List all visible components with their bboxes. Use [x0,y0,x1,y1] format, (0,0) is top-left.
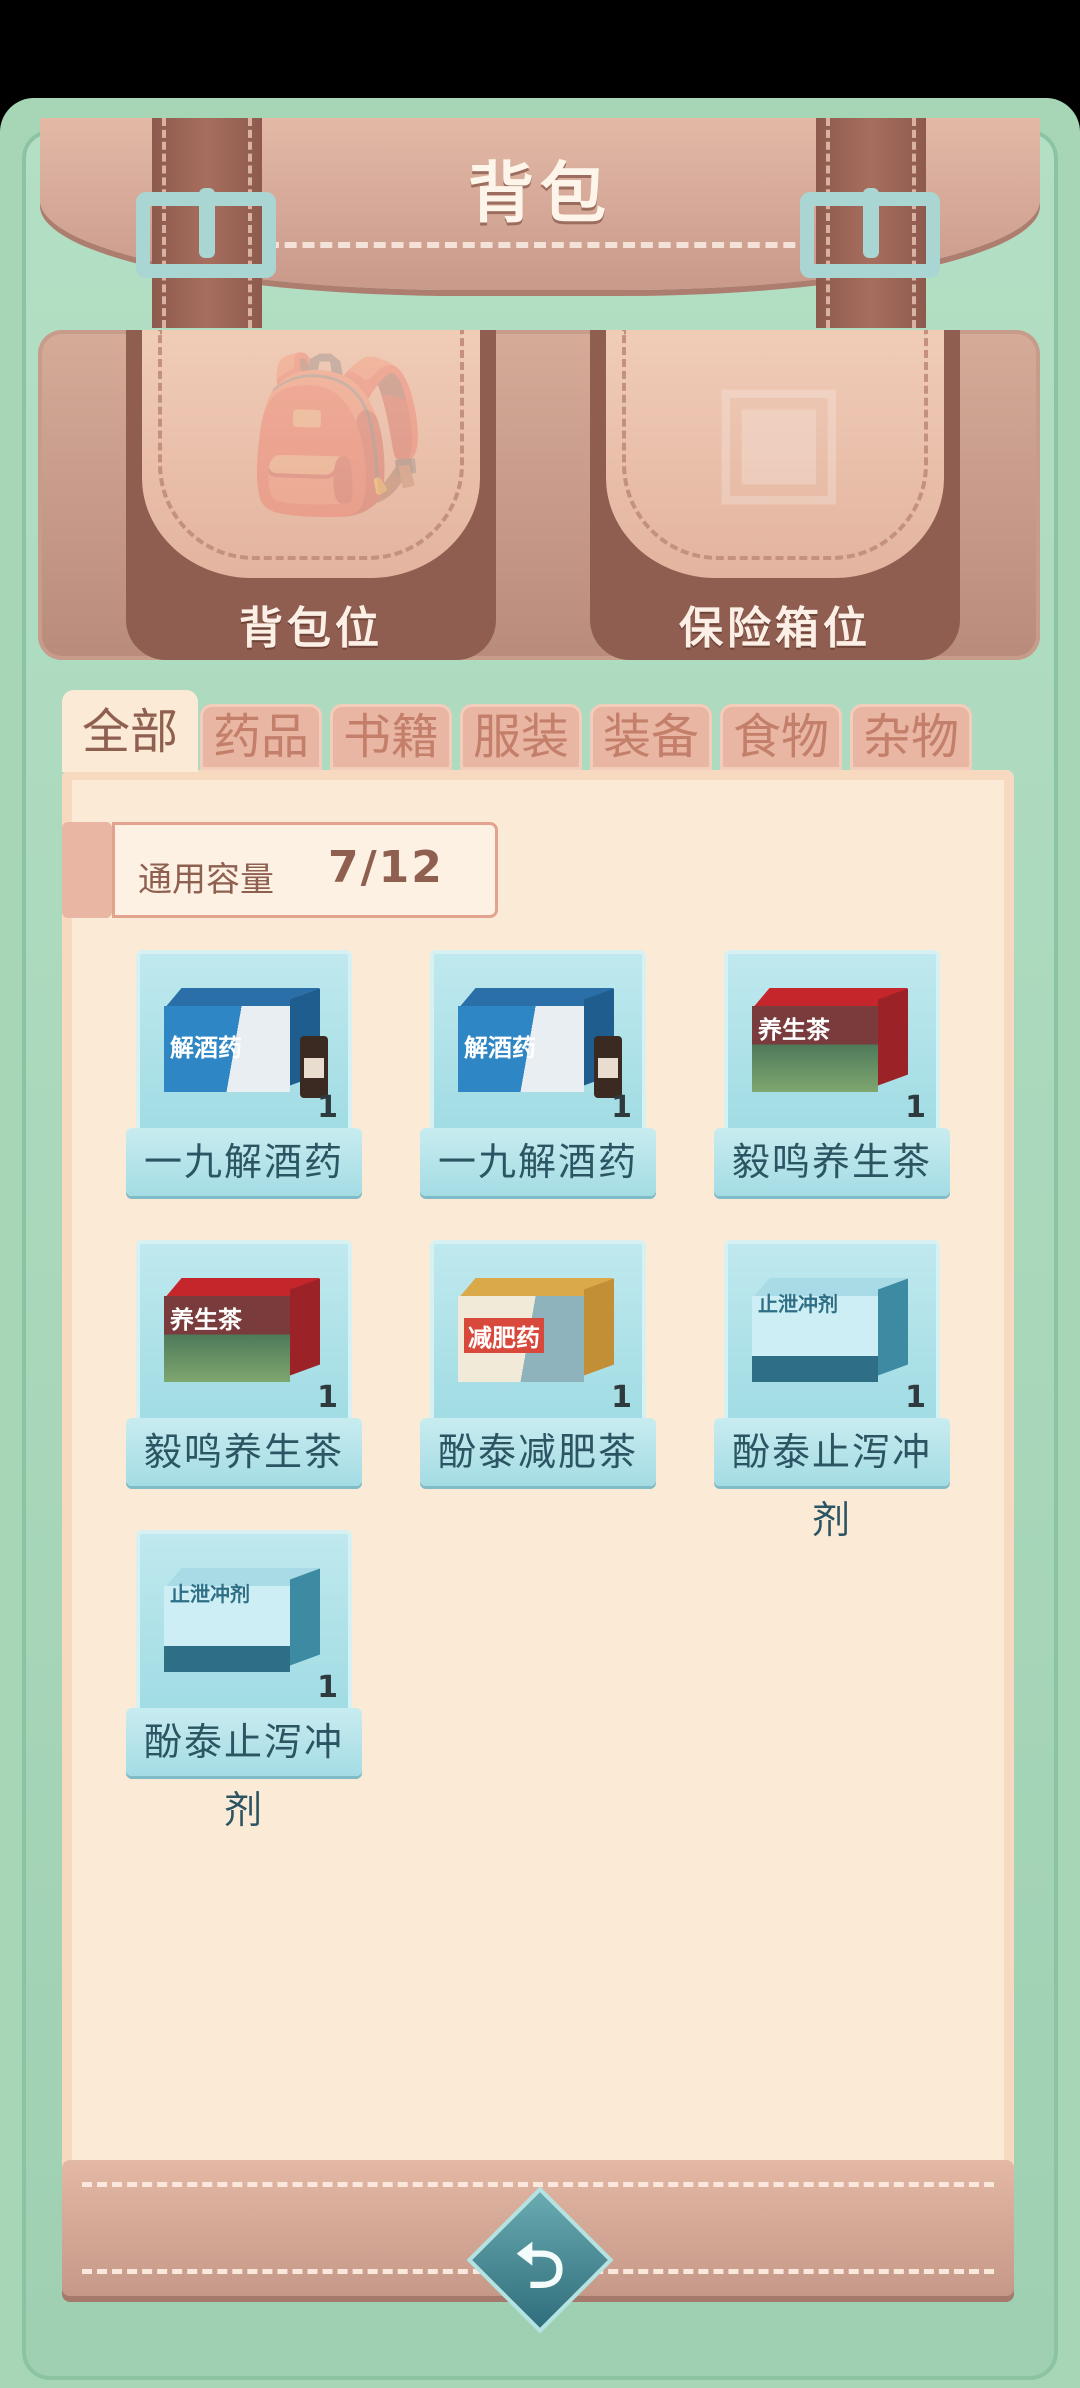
item-slot: 养生茶 1 [724,950,940,1146]
pocket-backpack-slot[interactable]: 🎒 背包位 [126,330,496,660]
item-name: 一九解酒药 [420,1128,656,1196]
item-name: 毅鸣养生茶 [714,1128,950,1196]
item-name: 酚泰减肥茶 [420,1418,656,1486]
pocket-label: 背包位 [239,603,383,654]
tab-medicine[interactable]: 药品 [200,704,322,770]
safe-icon: ▣ [708,348,850,522]
capacity-label: 通用容量 [138,860,274,900]
hangover-medicine-box-icon: 解酒药 [458,988,622,1098]
item-slot: 解酒药 1 [136,950,352,1146]
item-slot: 止泄冲剂 1 [136,1530,352,1726]
inventory-item[interactable]: 养生茶 1 毅鸣养生茶 [126,1240,362,1490]
item-quantity: 1 [317,1090,338,1125]
tab-equipment[interactable]: 装备 [590,704,712,770]
tab-clothing[interactable]: 服装 [460,704,582,770]
inventory-item[interactable]: 解酒药 1 一九解酒药 [420,950,656,1200]
item-name: 酚泰止泻冲剂 [714,1418,950,1542]
inventory-item[interactable]: 解酒药 1 一九解酒药 [126,950,362,1200]
item-quantity: 1 [905,1380,926,1415]
tab-food[interactable]: 食物 [720,704,842,770]
backpack-icon: 🎒 [244,348,431,522]
item-name: 一九解酒药 [126,1128,362,1196]
item-name: 毅鸣养生茶 [126,1418,362,1486]
item-slot: 解酒药 1 [430,950,646,1146]
tab-all[interactable]: 全部 [62,690,198,772]
inventory-item[interactable]: 减肥药 1 酚泰减肥茶 [420,1240,656,1490]
item-slot: 减肥药 1 [430,1240,646,1436]
item-quantity: 1 [317,1670,338,1705]
tab-misc[interactable]: 杂物 [850,704,972,770]
item-quantity: 1 [317,1380,338,1415]
item-quantity: 1 [611,1090,632,1125]
pocket-safe-slot[interactable]: ▣ 保险箱位 [590,330,960,660]
diet-tea-box-icon: 减肥药 [458,1278,618,1382]
return-arrow-icon: ⮌ [515,2229,565,2302]
item-name: 酚泰止泻冲剂 [126,1708,362,1832]
health-tea-box-icon: 养生茶 [164,1278,324,1382]
tab-books[interactable]: 书籍 [330,704,452,770]
antidiarrheal-granules-box-icon: 止泄冲剂 [752,1278,912,1382]
capacity-value: 7/12 [328,842,444,893]
pocket-label: 保险箱位 [679,603,871,654]
hangover-medicine-box-icon: 解酒药 [164,988,328,1098]
item-quantity: 1 [905,1090,926,1125]
item-slot: 止泄冲剂 1 [724,1240,940,1436]
item-quantity: 1 [611,1380,632,1415]
item-slot: 养生茶 1 [136,1240,352,1436]
inventory-item[interactable]: 止泄冲剂 1 酚泰止泻冲剂 [714,1240,950,1542]
category-tabs: 全部 药品 书籍 服装 装备 食物 杂物 [62,690,1012,772]
health-tea-box-icon: 养生茶 [752,988,912,1092]
inventory-item[interactable]: 养生茶 1 毅鸣养生茶 [714,950,950,1200]
inventory-item[interactable]: 止泄冲剂 1 酚泰止泻冲剂 [126,1530,362,1832]
page-title: 背包 [468,155,612,232]
antidiarrheal-granules-box-icon: 止泄冲剂 [164,1568,324,1672]
